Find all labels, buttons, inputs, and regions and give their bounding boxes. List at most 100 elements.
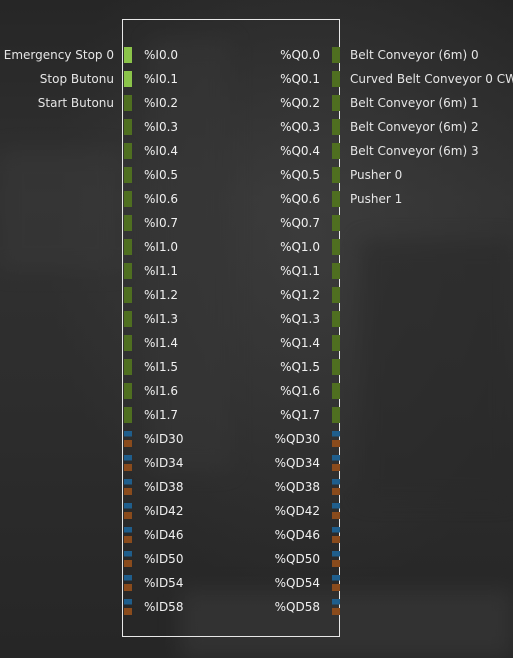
output-state-indicator[interactable] [332,287,340,303]
output-state-indicator[interactable] [332,71,340,87]
input-state-indicator[interactable] [124,383,132,399]
output-address: %QD38 [274,480,320,494]
io-row: %I0.3 %Q0.3 Belt Conveyor (6m) 2 [0,117,513,137]
output-address: %QD42 [274,504,320,518]
output-state-indicator[interactable] [332,119,340,135]
input-state-indicator[interactable] [124,503,132,519]
input-state-indicator[interactable] [124,599,132,615]
output-address: %QD30 [274,432,320,446]
output-state-indicator[interactable] [332,335,340,351]
output-state-indicator[interactable] [332,167,340,183]
input-address: %I1.6 [144,384,179,398]
output-state-indicator[interactable] [332,239,340,255]
output-address: %Q0.2 [280,96,320,110]
input-address: %I0.6 [144,192,179,206]
output-state-indicator[interactable] [332,263,340,279]
input-state-indicator[interactable] [124,431,132,447]
input-address: %ID46 [144,528,184,542]
input-address: %ID38 [144,480,184,494]
output-address: %Q1.1 [280,264,320,278]
input-state-indicator[interactable] [124,95,132,111]
output-tag-label: Pusher 1 [350,192,403,206]
output-state-indicator[interactable] [332,479,340,495]
input-address: %ID54 [144,576,184,590]
input-address: %I1.0 [144,240,179,254]
input-tag-label: Stop Butonu [39,72,114,86]
io-row: %I0.6 %Q0.6 Pusher 1 [0,189,513,209]
io-row: %I0.4 %Q0.4 Belt Conveyor (6m) 3 [0,141,513,161]
io-row: %I1.0 %Q1.0 [0,237,513,257]
io-row: %I1.4 %Q1.4 [0,333,513,353]
io-row: %ID34 %QD34 [0,453,513,473]
output-state-indicator[interactable] [332,503,340,519]
output-address: %Q0.3 [280,120,320,134]
input-address: %I0.5 [144,168,179,182]
output-state-indicator[interactable] [332,455,340,471]
input-address: %ID42 [144,504,184,518]
io-row: %ID58 %QD58 [0,597,513,617]
io-row: %ID46 %QD46 [0,525,513,545]
input-address: %ID58 [144,600,184,614]
output-address: %Q0.1 [280,72,320,86]
output-tag-label: Curved Belt Conveyor 0 CW [350,72,513,86]
input-state-indicator[interactable] [124,527,132,543]
output-state-indicator[interactable] [332,527,340,543]
input-address: %ID30 [144,432,184,446]
output-state-indicator[interactable] [332,47,340,63]
output-address: %QD34 [274,456,320,470]
output-state-indicator[interactable] [332,575,340,591]
output-state-indicator[interactable] [332,599,340,615]
output-state-indicator[interactable] [332,191,340,207]
io-row: %ID42 %QD42 [0,501,513,521]
io-row: Stop Butonu %I0.1 %Q0.1 Curved Belt Conv… [0,69,513,89]
output-tag-label: Belt Conveyor (6m) 1 [350,96,479,110]
io-row: %I1.5 %Q1.5 [0,357,513,377]
output-state-indicator[interactable] [332,431,340,447]
output-address: %QD58 [274,600,320,614]
input-state-indicator[interactable] [124,455,132,471]
input-state-indicator[interactable] [124,359,132,375]
output-address: %Q0.0 [280,48,320,62]
input-state-indicator[interactable] [124,575,132,591]
output-state-indicator[interactable] [332,383,340,399]
input-state-indicator[interactable] [124,167,132,183]
input-state-indicator[interactable] [124,215,132,231]
io-row: %I1.7 %Q1.7 [0,405,513,425]
output-state-indicator[interactable] [332,143,340,159]
input-address: %I1.3 [144,312,179,326]
output-state-indicator[interactable] [332,551,340,567]
input-state-indicator[interactable] [124,479,132,495]
input-state-indicator[interactable] [124,311,132,327]
output-state-indicator[interactable] [332,311,340,327]
input-state-indicator[interactable] [124,143,132,159]
input-state-indicator[interactable] [124,239,132,255]
output-state-indicator[interactable] [332,95,340,111]
output-state-indicator[interactable] [332,359,340,375]
io-row: Start Butonu %I0.2 %Q0.2 Belt Conveyor (… [0,93,513,113]
input-state-indicator[interactable] [124,71,132,87]
output-address: %Q1.2 [280,288,320,302]
io-row: %ID38 %QD38 [0,477,513,497]
input-address: %I0.4 [144,144,179,158]
input-state-indicator[interactable] [124,335,132,351]
input-state-indicator[interactable] [124,263,132,279]
input-state-indicator[interactable] [124,407,132,423]
input-state-indicator[interactable] [124,551,132,567]
output-address: %Q0.5 [280,168,320,182]
input-tag-label: Emergency Stop 0 [3,48,114,62]
output-address: %QD46 [274,528,320,542]
input-address: %I0.0 [144,48,179,62]
input-address: %I1.5 [144,360,179,374]
input-address: %I1.4 [144,336,179,350]
input-state-indicator[interactable] [124,191,132,207]
output-state-indicator[interactable] [332,407,340,423]
input-state-indicator[interactable] [124,287,132,303]
output-tag-label: Pusher 0 [350,168,403,182]
input-state-indicator[interactable] [124,119,132,135]
output-address: %Q1.7 [280,408,320,422]
io-row: Emergency Stop 0 %I0.0 %Q0.0 Belt Convey… [0,45,513,65]
input-state-indicator[interactable] [124,47,132,63]
output-state-indicator[interactable] [332,215,340,231]
io-row: %ID30 %QD30 [0,429,513,449]
input-address: %I0.3 [144,120,179,134]
